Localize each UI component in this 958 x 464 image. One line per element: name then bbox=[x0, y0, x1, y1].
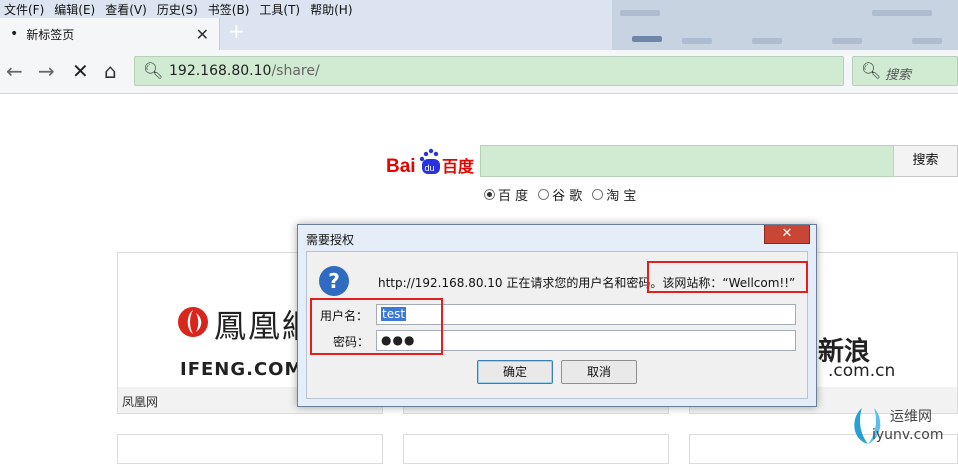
tab-close-icon[interactable]: ✕ bbox=[196, 25, 209, 44]
menu-edit[interactable]: 编辑(E) bbox=[50, 0, 101, 18]
baidu-logo-du: du bbox=[425, 163, 435, 173]
baidu-logo: Bai du 百度 bbox=[386, 148, 478, 180]
stop-icon[interactable]: ✕ bbox=[72, 60, 89, 82]
background-window-bar bbox=[832, 38, 862, 44]
engine-label: 淘 宝 bbox=[606, 189, 637, 204]
radio-icon bbox=[538, 189, 550, 200]
paw-toe bbox=[419, 156, 425, 162]
ifeng-logo-icon bbox=[178, 307, 208, 337]
url-host: 192.168.80.10 bbox=[169, 63, 272, 79]
browser-titlebar: 文件(F) 编辑(E) 查看(V) 历史(S) 书签(B) 工具(T) 帮助(H… bbox=[0, 0, 958, 50]
background-window-bar bbox=[620, 10, 660, 16]
baidu-search-button[interactable]: 搜索 bbox=[893, 145, 958, 177]
paw-toe bbox=[433, 151, 439, 157]
menu-bookmarks[interactable]: 书签(B) bbox=[204, 0, 256, 18]
annotation-box-credentials bbox=[310, 298, 443, 355]
engine-taobao[interactable]: 淘 宝 bbox=[592, 185, 636, 204]
url-text: 192.168.80.10/share/ bbox=[169, 63, 320, 79]
watermark-en: iyunv.com bbox=[872, 427, 944, 443]
question-icon: ? bbox=[319, 266, 349, 296]
search-icon: 🔍︎ bbox=[143, 61, 164, 80]
engine-selector: 百 度 谷 歌 淘 宝 bbox=[484, 185, 636, 204]
menu-help[interactable]: 帮助(H) bbox=[306, 0, 358, 18]
background-window-bar bbox=[752, 38, 782, 44]
url-bar[interactable]: 🔍︎ 192.168.80.10/share/ bbox=[134, 56, 844, 86]
search-icon: 🔍︎ bbox=[861, 61, 882, 80]
radio-checked-icon bbox=[484, 189, 495, 200]
paw-toe bbox=[428, 148, 434, 154]
radio-icon bbox=[592, 189, 604, 200]
tab-dot-icon: • bbox=[10, 26, 19, 42]
url-path: /share/ bbox=[271, 63, 320, 79]
engine-label: 百 度 bbox=[498, 189, 529, 204]
ifeng-circle bbox=[178, 307, 208, 337]
watermark: 运维网 iyunv.com bbox=[848, 400, 954, 448]
baidu-search-input[interactable] bbox=[480, 145, 894, 177]
engine-google[interactable]: 谷 歌 bbox=[538, 185, 582, 204]
new-tab-button[interactable]: + bbox=[228, 21, 245, 41]
menu-history[interactable]: 历史(S) bbox=[153, 0, 204, 18]
background-window-bar bbox=[872, 10, 932, 16]
tab-label: 新标签页 bbox=[26, 27, 75, 42]
sina-domain: .com.cn bbox=[828, 361, 896, 381]
back-icon[interactable]: ← bbox=[6, 60, 23, 82]
menu-bar: 文件(F) 编辑(E) 查看(V) 历史(S) 书签(B) 工具(T) 帮助(H… bbox=[0, 0, 612, 18]
menu-view[interactable]: 查看(V) bbox=[101, 0, 153, 18]
background-window bbox=[612, 0, 958, 50]
menu-tools[interactable]: 工具(T) bbox=[255, 0, 306, 18]
engine-label: 谷 歌 bbox=[552, 189, 583, 204]
ok-button[interactable]: 确定 bbox=[477, 360, 553, 384]
ifeng-en-wordmark: IFENG.COM bbox=[180, 359, 304, 380]
baidu-logo-bai: Bai bbox=[386, 156, 416, 177]
tab-new-tab[interactable]: • 新标签页 ✕ bbox=[0, 18, 220, 50]
annotation-box-realm bbox=[647, 261, 808, 293]
tile-row2[interactable] bbox=[117, 434, 383, 464]
baidu-logo-cn: 百度 bbox=[442, 157, 475, 176]
baidu-logo-graphic: Bai du 百度 bbox=[386, 148, 475, 177]
watermark-swoosh bbox=[854, 408, 868, 444]
paw-toe bbox=[423, 151, 429, 157]
search-placeholder: 搜索 bbox=[885, 68, 912, 83]
engine-baidu[interactable]: 百 度 bbox=[484, 185, 528, 204]
search-box[interactable]: 🔍︎ 搜索 bbox=[852, 56, 958, 86]
home-icon[interactable]: ⌂ bbox=[104, 60, 117, 82]
menu-file[interactable]: 文件(F) bbox=[0, 0, 50, 18]
cancel-button[interactable]: 取消 bbox=[561, 360, 637, 384]
forward-icon[interactable]: → bbox=[38, 60, 55, 82]
background-window-bar bbox=[682, 38, 712, 44]
dialog-close-button[interactable]: ✕ bbox=[764, 225, 810, 244]
background-window-bar bbox=[912, 38, 942, 44]
dialog-title: 需要授权 bbox=[306, 233, 355, 247]
watermark-cn: 运维网 bbox=[890, 409, 932, 425]
background-window-bar bbox=[632, 36, 662, 42]
navigation-bar: ← → ✕ ⌂ 🔍︎ 192.168.80.10/share/ 🔍︎ 搜索 bbox=[0, 50, 958, 94]
tile-row2[interactable] bbox=[403, 434, 669, 464]
